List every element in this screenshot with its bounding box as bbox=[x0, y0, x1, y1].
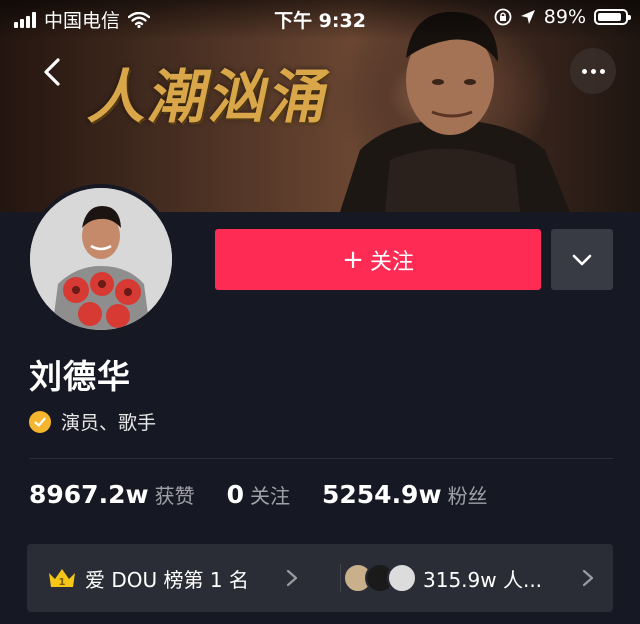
fan-avatars[interactable] bbox=[343, 544, 417, 612]
chevron-left-icon bbox=[44, 58, 60, 86]
divider bbox=[29, 458, 613, 459]
verification-row: 演员、歌手 bbox=[29, 408, 156, 435]
dot-icon bbox=[599, 68, 605, 74]
avatar[interactable] bbox=[26, 184, 176, 334]
follow-button[interactable]: + 关注 bbox=[215, 229, 541, 290]
crown-rank-number: 1 bbox=[59, 577, 66, 588]
fan-avatar bbox=[387, 563, 417, 593]
location-arrow-icon bbox=[520, 10, 535, 24]
battery-fill bbox=[598, 13, 621, 21]
recommend-dropdown-button[interactable] bbox=[551, 229, 613, 290]
likes-count: 8967.2w bbox=[29, 480, 149, 509]
avatar-portrait bbox=[30, 188, 172, 330]
stat-following[interactable]: 0 关注 bbox=[227, 480, 290, 509]
following-count: 0 bbox=[226, 480, 244, 509]
status-bar: 中国电信 下午 9:32 89% bbox=[0, 0, 640, 36]
following-label: 关注 bbox=[249, 484, 290, 508]
followers-label: 粉丝 bbox=[447, 484, 488, 508]
banner-title: 人潮汹涌 bbox=[83, 63, 339, 131]
chevron-right-icon[interactable] bbox=[285, 568, 299, 588]
followers-count: 5254.9w bbox=[321, 480, 442, 509]
fans-count-text[interactable]: 315.9w 人... bbox=[423, 544, 542, 612]
plus-icon: + bbox=[342, 244, 364, 275]
dot-icon bbox=[581, 68, 587, 74]
battery-percent: 89% bbox=[543, 6, 586, 28]
fan-rank-bar: 1 爱 DOU 榜第 1 名 315.9w 人... bbox=[27, 544, 613, 612]
chevron-down-icon bbox=[572, 254, 592, 265]
more-options-button[interactable] bbox=[570, 48, 616, 94]
rank-separator bbox=[340, 564, 341, 592]
stat-followers[interactable]: 5254.9w 粉丝 bbox=[322, 480, 488, 509]
crown-icon: 1 bbox=[47, 567, 77, 589]
stat-likes[interactable]: 8967.2w 获赞 bbox=[29, 480, 195, 509]
rotation-lock-icon bbox=[494, 8, 512, 26]
verification-text: 演员、歌手 bbox=[61, 412, 157, 434]
likes-label: 获赞 bbox=[154, 484, 195, 508]
dot-icon bbox=[590, 68, 596, 74]
rank-text: 爱 DOU 榜第 1 名 bbox=[85, 567, 249, 592]
rank-entry[interactable]: 1 爱 DOU 榜第 1 名 bbox=[47, 544, 249, 612]
battery-icon bbox=[594, 9, 631, 25]
profile-stats: 8967.2w 获赞 0 关注 5254.9w 粉丝 bbox=[29, 480, 520, 509]
verified-badge-icon bbox=[29, 410, 51, 433]
chevron-right-icon[interactable] bbox=[581, 568, 595, 588]
back-button[interactable] bbox=[34, 52, 74, 92]
follow-label: 关注 bbox=[369, 249, 414, 275]
profile-name: 刘德华 bbox=[29, 357, 131, 396]
